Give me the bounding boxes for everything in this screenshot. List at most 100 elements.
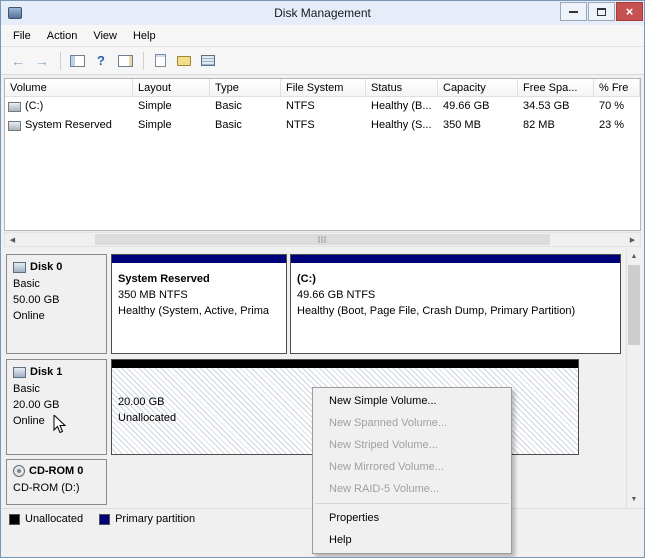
partition-c[interactable]: (C:) 49.66 GB NTFS Healthy (Boot, Page F… xyxy=(290,254,621,354)
partition-system-reserved[interactable]: System Reserved 350 MB NTFS Healthy (Sys… xyxy=(111,254,287,354)
volume-icon xyxy=(8,102,21,112)
disk0-row: Disk 0 Basic 50.00 GB Online System Rese… xyxy=(6,254,623,354)
disk-management-window: Disk Management × File Action View Help … xyxy=(0,0,645,558)
title-bar: Disk Management × xyxy=(1,1,644,25)
partition-status: Healthy (Boot, Page File, Crash Dump, Pr… xyxy=(297,303,614,319)
legend-unallocated: Unallocated xyxy=(9,513,83,525)
show-console-tree-button[interactable] xyxy=(66,50,88,72)
volume-file-system: NTFS xyxy=(281,116,366,135)
volume-pct-free: 70 % xyxy=(594,97,640,116)
menu-file[interactable]: File xyxy=(5,27,39,45)
partition-size: 350 MB NTFS xyxy=(118,287,280,303)
legend-label: Primary partition xyxy=(115,513,195,525)
help-icon: ? xyxy=(97,53,105,68)
disk-name: Disk 1 xyxy=(30,366,62,378)
disk1-header[interactable]: Disk 1 Basic 20.00 GB Online xyxy=(6,359,107,455)
scroll-left-icon[interactable]: ◀ xyxy=(5,233,20,246)
toolbar-separator xyxy=(143,52,144,70)
disk-status: Online xyxy=(13,308,100,324)
menu-item-new-striped-volume: New Striped Volume... xyxy=(313,434,511,456)
column-header-layout[interactable]: Layout xyxy=(133,79,210,97)
column-header-file-system[interactable]: File System xyxy=(281,79,366,97)
toolbar-separator xyxy=(60,52,61,70)
column-header-status[interactable]: Status xyxy=(366,79,438,97)
menu-item-help[interactable]: Help xyxy=(313,529,511,551)
console-tree-icon xyxy=(70,55,85,67)
minimize-button[interactable] xyxy=(560,2,587,21)
menu-item-new-raid5-volume: New RAID-5 Volume... xyxy=(313,478,511,500)
primary-partition-color-bar xyxy=(112,255,286,263)
volume-status: Healthy (B... xyxy=(366,97,438,116)
menu-bar: File Action View Help xyxy=(1,25,644,47)
disk-name: CD-ROM 0 xyxy=(29,465,83,477)
partition-name: (C:) xyxy=(297,271,614,287)
menu-item-new-mirrored-volume: New Mirrored Volume... xyxy=(313,456,511,478)
export-list-icon xyxy=(155,54,166,67)
volume-icon xyxy=(8,121,21,131)
close-button[interactable]: × xyxy=(616,2,643,21)
disk0-header[interactable]: Disk 0 Basic 50.00 GB Online xyxy=(6,254,107,354)
scroll-right-icon[interactable]: ▶ xyxy=(625,233,640,246)
legend-primary-partition: Primary partition xyxy=(99,513,195,525)
volume-layout: Simple xyxy=(133,97,210,116)
cdrom0-header[interactable]: CD-ROM 0 CD-ROM (D:) xyxy=(6,459,107,505)
rescan-disks-icon xyxy=(201,55,215,66)
disk-capacity: 20.00 GB xyxy=(13,397,100,413)
refresh-icon xyxy=(177,56,191,66)
horizontal-scrollbar[interactable]: ◀ ▶ xyxy=(4,232,641,247)
help-button[interactable]: ? xyxy=(90,50,112,72)
horizontal-scrollbar-thumb[interactable] xyxy=(95,234,550,245)
window-title: Disk Management xyxy=(1,6,644,20)
back-button[interactable]: ← xyxy=(7,50,29,72)
partition-size: 49.66 GB NTFS xyxy=(297,287,614,303)
partition-name: System Reserved xyxy=(118,271,280,287)
unallocated-color-chip xyxy=(9,514,20,525)
column-header-pct-free[interactable]: % Fre xyxy=(594,79,640,97)
volume-row-c[interactable]: (C:) Simple Basic NTFS Healthy (B... 49.… xyxy=(5,97,640,116)
maximize-icon xyxy=(597,8,606,16)
action-pane-icon xyxy=(118,55,133,67)
vertical-scrollbar[interactable]: ▲ ▼ xyxy=(626,249,641,507)
volume-file-system: NTFS xyxy=(281,97,366,116)
menu-view[interactable]: View xyxy=(85,27,125,45)
context-menu: New Simple Volume... New Spanned Volume.… xyxy=(312,387,512,554)
column-header-volume[interactable]: Volume xyxy=(5,79,133,97)
disk-type: CD-ROM (D:) xyxy=(13,480,100,496)
volume-list-pane: Volume Layout Type File System Status Ca… xyxy=(4,78,641,231)
volume-capacity: 350 MB xyxy=(438,116,518,135)
menu-item-new-simple-volume[interactable]: New Simple Volume... xyxy=(313,390,511,412)
close-icon: × xyxy=(626,4,634,19)
disk-status: Online xyxy=(13,413,100,429)
disk-icon xyxy=(13,367,26,378)
menu-help[interactable]: Help xyxy=(125,27,164,45)
refresh-button[interactable] xyxy=(173,50,195,72)
disk-type: Basic xyxy=(13,381,100,397)
maximize-button[interactable] xyxy=(588,2,615,21)
menu-item-properties[interactable]: Properties xyxy=(313,507,511,529)
primary-partition-color-chip xyxy=(99,514,110,525)
column-header-free-space[interactable]: Free Spa... xyxy=(518,79,594,97)
disk-capacity: 50.00 GB xyxy=(13,292,100,308)
disk-type: Basic xyxy=(13,276,100,292)
vertical-scrollbar-thumb[interactable] xyxy=(628,265,640,345)
volume-row-system-reserved[interactable]: System Reserved Simple Basic NTFS Health… xyxy=(5,116,640,135)
unallocated-color-bar xyxy=(112,360,578,368)
rescan-disks-button[interactable] xyxy=(197,50,219,72)
column-header-type[interactable]: Type xyxy=(210,79,281,97)
scroll-down-icon[interactable]: ▼ xyxy=(627,492,641,507)
export-list-button[interactable] xyxy=(149,50,171,72)
scroll-up-icon[interactable]: ▲ xyxy=(627,249,641,264)
menu-separator xyxy=(315,503,509,504)
cdrom-icon xyxy=(13,465,25,477)
forward-button[interactable]: → xyxy=(31,50,53,72)
scrollbar-grip xyxy=(318,236,327,243)
show-action-pane-button[interactable] xyxy=(114,50,136,72)
forward-icon: → xyxy=(35,53,49,69)
partition-status: Healthy (System, Active, Prima xyxy=(118,303,280,319)
volume-status: Healthy (S... xyxy=(366,116,438,135)
menu-item-new-spanned-volume: New Spanned Volume... xyxy=(313,412,511,434)
column-header-capacity[interactable]: Capacity xyxy=(438,79,518,97)
volume-capacity: 49.66 GB xyxy=(438,97,518,116)
menu-action[interactable]: Action xyxy=(39,27,86,45)
minimize-icon xyxy=(569,10,578,13)
